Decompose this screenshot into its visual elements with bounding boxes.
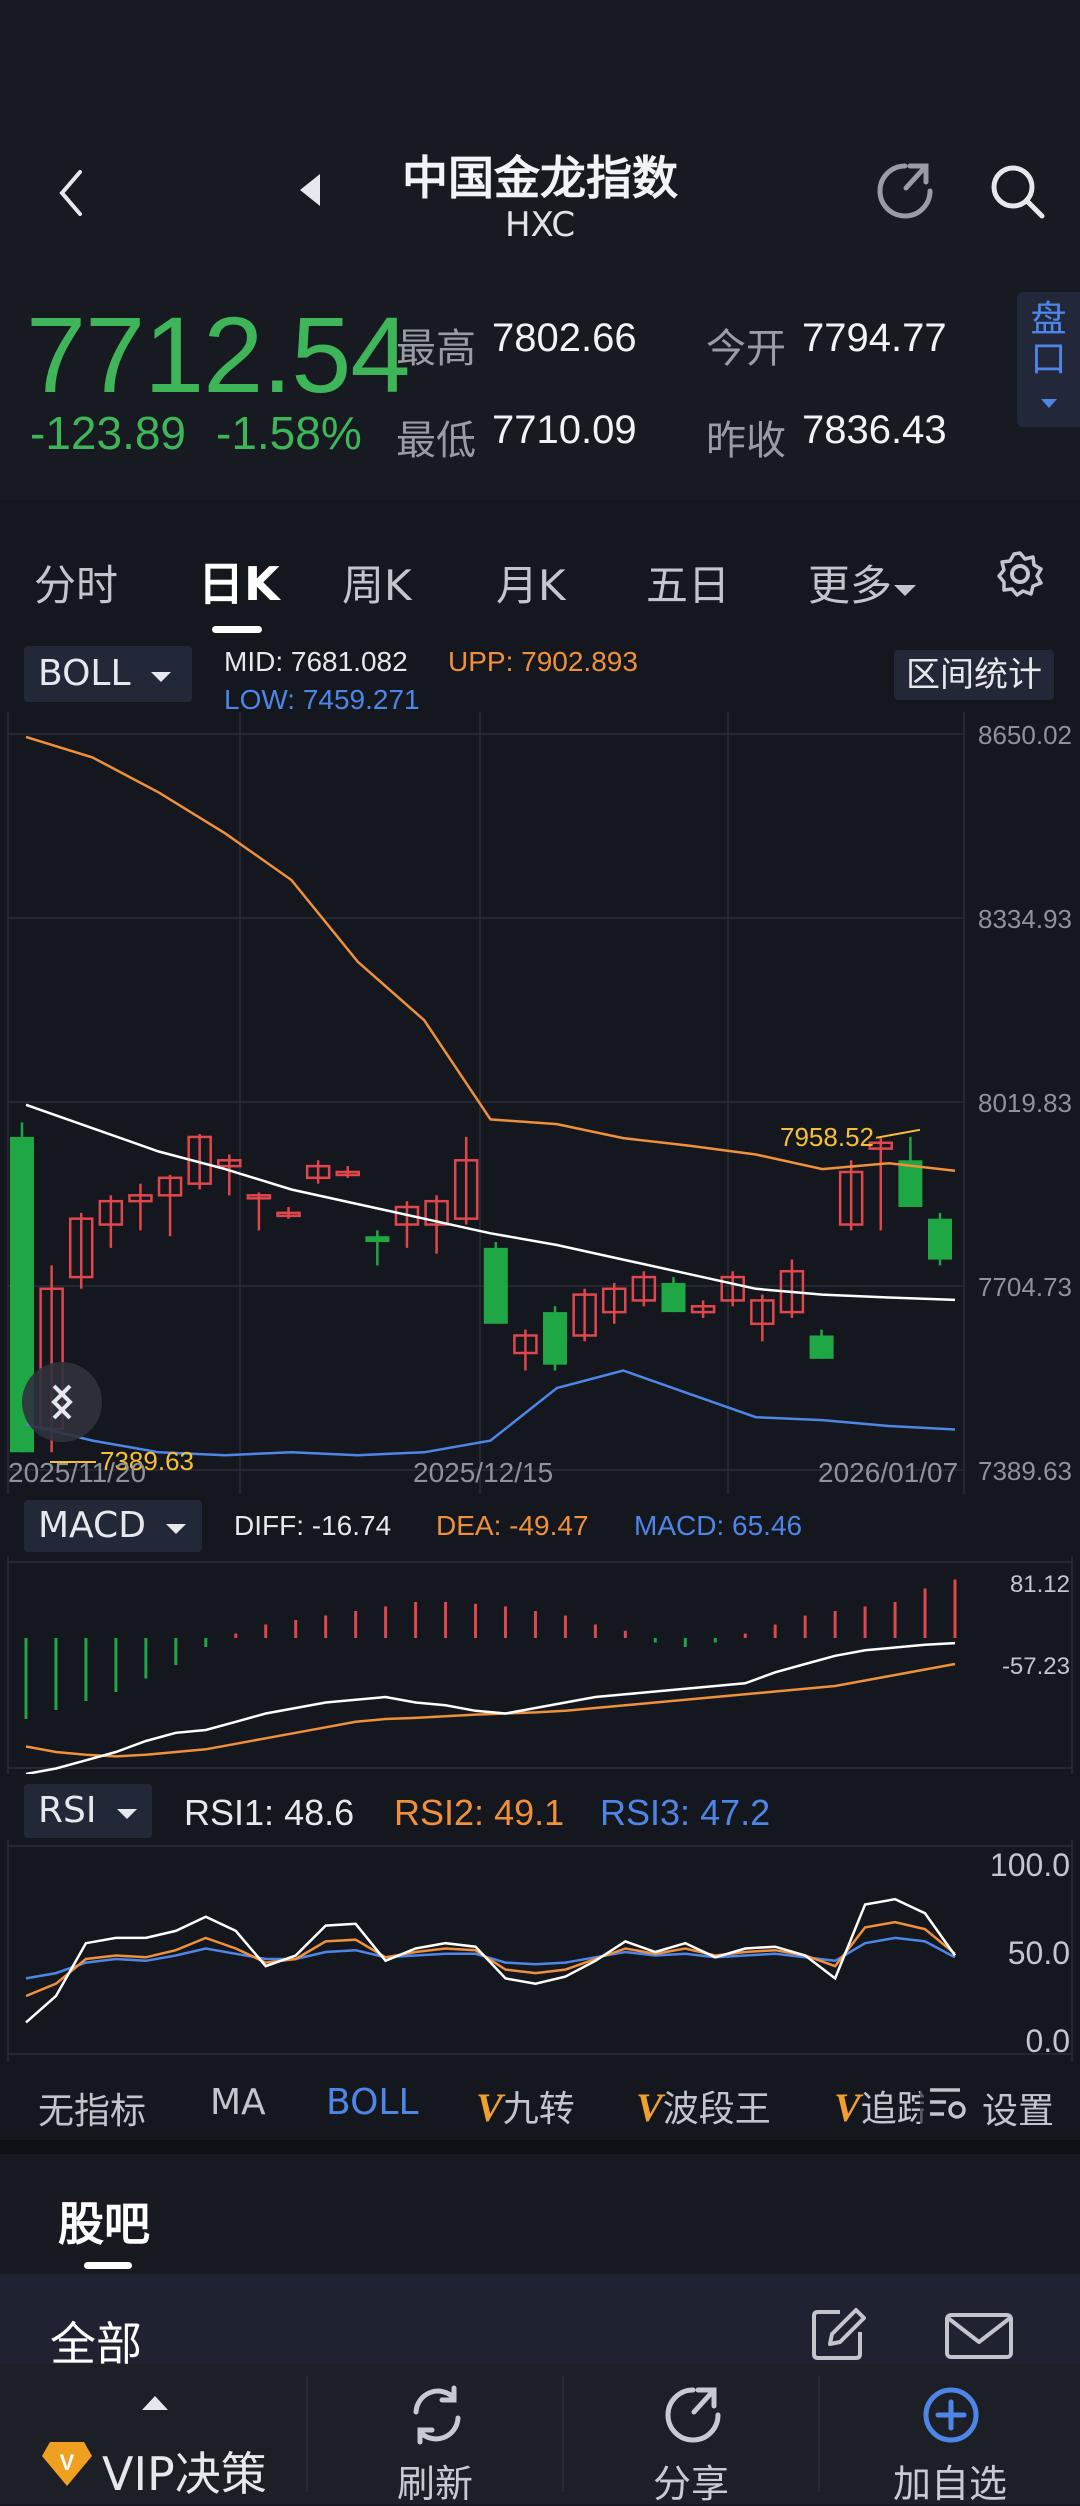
- svg-text:V: V: [60, 2450, 75, 2475]
- indicator-wave-king[interactable]: V波段王: [636, 2080, 771, 2132]
- stat-high-label: 最高: [396, 326, 476, 372]
- price-change: -123.89: [30, 407, 187, 459]
- share-icon: [665, 2387, 721, 2443]
- candle-body: [661, 1282, 686, 1313]
- candle-body: [543, 1312, 568, 1365]
- dea-line: [25, 1662, 956, 1758]
- guba-filter-row: [0, 2274, 1080, 2364]
- macd-selector[interactable]: MACD: [24, 1500, 202, 1552]
- macd-value: MACD: 65.46: [634, 1510, 803, 1541]
- caret-down-icon: [166, 1524, 187, 1534]
- indicator-tracking[interactable]: V追踪: [834, 2080, 924, 2132]
- y-tick-label: -57.23: [1002, 1653, 1070, 1680]
- boll-upp: UPP: 7902.893: [448, 646, 638, 677]
- last-price: 7712.54: [26, 294, 410, 415]
- vip-v-icon: V: [636, 2085, 663, 2130]
- boll-upper-line: [25, 735, 956, 1173]
- indicator-boll[interactable]: BOLL: [326, 2082, 419, 2123]
- y-tick-label: 100.0: [990, 1847, 1070, 1883]
- high-annotation: 7958.52: [780, 1122, 874, 1152]
- rsi1-line: [25, 1897, 957, 2024]
- gear-icon[interactable]: [996, 550, 1044, 598]
- candle-body: [365, 1236, 390, 1243]
- rsi3-value: RSI3: 47.2: [600, 1792, 771, 1833]
- stat-low-label: 最低: [396, 418, 476, 464]
- vip-v-icon: V: [476, 2085, 503, 2130]
- vip-diamond-icon: V: [42, 2442, 92, 2486]
- y-tick-label: 8019.83: [978, 1088, 1072, 1118]
- active-tab-indicator: [212, 626, 262, 633]
- guba-header: [0, 2154, 1080, 2274]
- scroll-left-handle: [22, 1362, 102, 1442]
- share-button[interactable]: 分享: [564, 2364, 818, 2504]
- tab-more[interactable]: 更多: [808, 552, 918, 613]
- y-tick-label: 7389.63: [978, 1456, 1072, 1486]
- caret-down-icon: [116, 1809, 137, 1819]
- y-tick-label: 81.12: [1010, 1571, 1070, 1598]
- section-divider: [0, 2140, 1080, 2154]
- price-change-pct: -1.58%: [216, 407, 362, 459]
- refresh-button[interactable]: 刷新: [308, 2364, 562, 2504]
- macd-diff: DIFF: -16.74: [234, 1510, 392, 1541]
- candle-body: [483, 1247, 508, 1324]
- caret-down-icon: [1040, 399, 1057, 408]
- refresh-icon: [413, 2385, 461, 2445]
- stat-open-value: 7794.77: [802, 316, 947, 360]
- stat-high-value: 7802.66: [492, 316, 637, 360]
- vip-v-icon: V: [834, 2085, 861, 2130]
- rsi-selector[interactable]: RSI: [24, 1784, 152, 1838]
- indicator-ma[interactable]: MA: [210, 2082, 266, 2123]
- rsi2-value: RSI2: 49.1: [394, 1792, 565, 1833]
- y-tick-label: 8650.02: [978, 720, 1072, 750]
- stat-low-value: 7710.09: [492, 408, 637, 452]
- y-tick-label: 50.0: [1008, 1935, 1070, 1971]
- stat-prevclose-label: 昨收: [706, 418, 786, 464]
- candle-body: [928, 1218, 952, 1260]
- indicator-settings-icon: [930, 2088, 966, 2119]
- macd-dea: DEA: -49.47: [436, 1510, 589, 1541]
- range-stats-button[interactable]: 区间统计: [894, 650, 1054, 700]
- x-tick-label: 2025/12/15: [413, 1457, 553, 1488]
- candlestick-chart[interactable]: 8650.02 8334.93 8019.83 7704.73 7389.63 7958.…: [0, 712, 1080, 1494]
- rsi1-value: RSI1: 48.6: [184, 1792, 355, 1833]
- tab-weekly-k[interactable]: 周K: [342, 552, 412, 613]
- indicator-none[interactable]: 无指标: [38, 2082, 146, 2134]
- stat-open-label: 今开: [706, 326, 786, 372]
- guba-tab-underline: [84, 2262, 132, 2269]
- y-tick-label: 0.0: [1026, 2023, 1070, 2059]
- high-marker-line: [875, 1128, 921, 1139]
- tab-five-day[interactable]: 五日: [646, 552, 730, 613]
- boll-mid: MID: 7681.082: [224, 646, 408, 677]
- order-book-button[interactable]: 盘 口: [1017, 292, 1080, 427]
- add-watchlist-button[interactable]: 加自选: [820, 2364, 1080, 2504]
- x-tick-label: 2025/11/20: [8, 1457, 146, 1488]
- y-tick-label: 7704.73: [978, 1272, 1072, 1302]
- vip-decision-button[interactable]: V VIP决策: [0, 2364, 306, 2504]
- search-icon[interactable]: [988, 162, 1048, 222]
- y-tick-label: 8334.93: [978, 904, 1072, 934]
- boll-selector[interactable]: BOLL: [24, 646, 192, 702]
- add-circle-icon: [923, 2387, 979, 2443]
- indicator-nine-turn[interactable]: V九转: [476, 2080, 575, 2132]
- mail-icon[interactable]: [944, 2312, 1014, 2360]
- stat-prevclose-value: 7836.43: [802, 408, 947, 452]
- tab-monthly-k[interactable]: 月K: [496, 552, 566, 613]
- guba-title[interactable]: 股吧: [58, 2188, 150, 2254]
- diff-line: [25, 1641, 956, 1774]
- caret-down-icon: [894, 585, 917, 596]
- candle-body: [809, 1335, 834, 1359]
- refresh-share-icon[interactable]: [874, 160, 936, 222]
- rsi-chart[interactable]: 100.0 50.0 0.0: [0, 1840, 1080, 2062]
- tab-daily-k[interactable]: 日K: [198, 548, 280, 614]
- tab-intraday[interactable]: 分时: [34, 552, 118, 613]
- macd-chart[interactable]: 81.12 -57.23: [0, 1556, 1080, 1774]
- compose-icon[interactable]: [810, 2306, 868, 2362]
- boll-lower-line: [25, 1369, 956, 1457]
- x-tick-label: 2026/01/07: [818, 1457, 958, 1488]
- caret-down-icon: [150, 672, 171, 682]
- indicator-settings-button[interactable]: 设置: [982, 2082, 1054, 2134]
- chevron-up-icon: [142, 2396, 168, 2410]
